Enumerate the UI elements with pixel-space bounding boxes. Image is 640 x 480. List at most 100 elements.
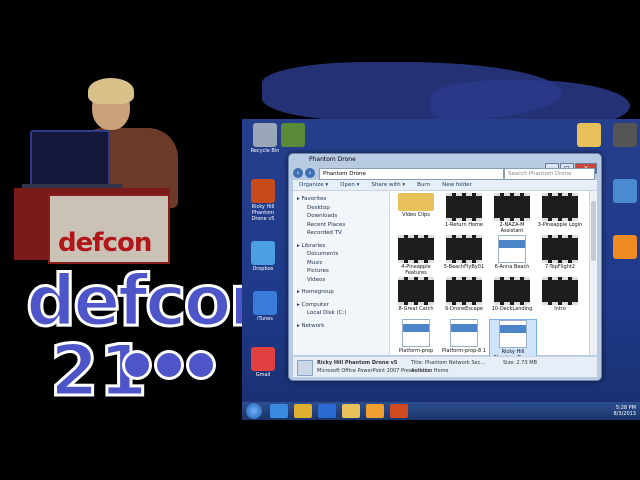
file-item[interactable]: 1-Return Home: [441, 193, 487, 229]
speaker-hair: [88, 78, 134, 104]
nav-item[interactable]: ▸ Homegroup: [293, 288, 389, 297]
start-button[interactable]: [246, 403, 262, 419]
laptop: [30, 130, 110, 188]
file-name: Platform-prop-8 1: [442, 348, 486, 354]
file-name: 4-Pineapple Features: [401, 264, 431, 276]
file-name: 8-Great Catch: [398, 306, 434, 312]
back-button[interactable]: ‹: [293, 168, 303, 178]
video-thumbnail: [494, 193, 530, 221]
toolbar-organize[interactable]: Organize ▾: [299, 182, 328, 188]
logo-dots: [122, 350, 218, 384]
ie2-taskbar-icon[interactable]: [318, 404, 336, 418]
vlc-icon[interactable]: [608, 235, 640, 260]
app-icon-4-image: [253, 291, 277, 315]
scrollbar[interactable]: [589, 191, 597, 355]
content-area: ▸ Favorites Desktop Downloads Recent Places…: [293, 191, 597, 368]
file-name: 5-BeachFlyBy01: [443, 264, 485, 270]
nav-item[interactable]: Recorded TV: [293, 229, 389, 238]
file-item[interactable]: Platform-prop: [393, 319, 439, 355]
toolbar-open[interactable]: Open ▾: [340, 182, 359, 188]
nav-item[interactable]: Documents: [293, 250, 389, 259]
video-thumbnail: [398, 277, 434, 305]
powerpoint-taskbar-icon[interactable]: [390, 404, 408, 418]
details-name: Ricky Hill Phantom Drone v5: [317, 360, 398, 366]
command-bar: Organize ▾ Open ▾ Share with ▾ Burn New fold…: [293, 180, 597, 191]
file-name: 7-TopFlight2: [544, 264, 576, 270]
logo-dot: [122, 350, 152, 380]
scrollbar-thumb[interactable]: [591, 201, 596, 261]
file-item[interactable]: 4-Pineapple Features: [393, 235, 439, 276]
file-item[interactable]: Video Clips: [393, 193, 439, 219]
file-item[interactable]: 7-TopFlight2: [537, 235, 583, 271]
desktop-icon-label: Gmail: [255, 372, 271, 378]
file-name: 1-Return Home: [445, 222, 483, 228]
navigation-pane: ▸ Favorites Desktop Downloads Recent Places…: [293, 191, 390, 355]
toolbar-new-folder[interactable]: New folder: [442, 182, 472, 188]
app-icon-4[interactable]: iTunes: [248, 291, 282, 322]
app-icon-5-image: [251, 347, 275, 371]
file-item[interactable]: Intro: [537, 277, 583, 313]
file-name: Video Clips: [402, 212, 430, 218]
address-bar-row: ‹ › Phantom Drone Search Phantom Drone: [293, 166, 597, 180]
nav-item[interactable]: ▸ Favorites: [293, 195, 389, 204]
app-icon-1-image: [281, 123, 305, 147]
file-name: 9-DroneEscape: [445, 306, 483, 312]
window-title: Phantom Drone: [309, 156, 356, 163]
video-thumbnail: [542, 193, 578, 221]
app-icon-2-image: [251, 179, 275, 203]
media-taskbar-icon[interactable]: [366, 404, 384, 418]
video-thumbnail: [398, 235, 434, 263]
app-icon-1[interactable]: [276, 123, 310, 148]
ie-taskbar-icon[interactable]: [270, 404, 288, 418]
chrome-taskbar-icon[interactable]: [294, 404, 312, 418]
file-item[interactable]: 8-Great Catch: [393, 277, 439, 313]
title-bar[interactable]: Phantom Drone –□✕: [289, 154, 601, 174]
nav-item[interactable]: Pictures: [293, 267, 389, 276]
computer-icon[interactable]: [608, 123, 640, 148]
clock-date: 8/3/2013: [613, 411, 636, 417]
file-item[interactable]: 6-Anna Beach: [489, 235, 535, 271]
app-icon-3[interactable]: Dropbox: [246, 241, 280, 272]
file-name: Intro: [554, 306, 566, 312]
explorer-taskbar-icon[interactable]: [342, 404, 360, 418]
conference-stage: defcon defcon 21 Recycle Bin Ricky Hill P…: [0, 0, 640, 480]
toolbar-share-with[interactable]: Share with ▾: [371, 182, 405, 188]
forward-button[interactable]: ›: [305, 168, 315, 178]
file-item[interactable]: 10-DeckLanding: [489, 277, 535, 313]
desktop-icon-label: Dropbox: [252, 266, 274, 272]
computer-icon-image: [613, 123, 637, 147]
nav-item[interactable]: Videos: [293, 276, 389, 285]
toolbar-burn[interactable]: Burn: [417, 182, 430, 188]
desktop-icon-label: iTunes: [257, 316, 273, 322]
folder-icon[interactable]: [572, 123, 606, 148]
windows-desktop: Recycle Bin Ricky Hill Phantom Drone v5 Dr…: [242, 119, 640, 420]
file-item[interactable]: 5-BeachFlyBy01: [441, 235, 487, 271]
search-input[interactable]: Search Phantom Drone: [504, 168, 595, 180]
nav-item[interactable]: ▸ Libraries: [293, 242, 389, 251]
nav-item[interactable]: ▸ Network: [293, 322, 389, 331]
nav-item[interactable]: ▸ Computer: [293, 301, 389, 310]
network-icon[interactable]: [608, 179, 640, 204]
video-thumbnail: [494, 277, 530, 305]
details-title: Title: Phantom Network Sec...: [411, 360, 486, 366]
video-thumbnail: [542, 235, 578, 263]
nav-item[interactable]: Recent Places: [293, 221, 389, 230]
desktop-icon-label: Recycle Bin: [250, 148, 280, 154]
file-item[interactable]: Platform-prop-8 1: [441, 319, 487, 355]
nav-item[interactable]: Music: [293, 259, 389, 268]
explorer-window[interactable]: Phantom Drone –□✕ ‹ › Phantom Drone Sear…: [288, 153, 602, 381]
address-bar[interactable]: Phantom Drone: [319, 168, 504, 180]
network-icon-image: [613, 179, 637, 203]
file-item[interactable]: 9-DroneEscape: [441, 277, 487, 313]
video-thumbnail: [542, 277, 578, 305]
file-item[interactable]: 3-Pineapple Login: [537, 193, 583, 229]
nav-item[interactable]: Desktop: [293, 204, 389, 213]
file-item[interactable]: 2-NAZA-M Assistant: [489, 193, 535, 234]
taskbar-clock[interactable]: 5:28 PM 8/3/2013: [614, 405, 636, 417]
nav-item[interactable]: Downloads: [293, 212, 389, 221]
doc-thumbnail: [499, 320, 527, 348]
app-icon-5[interactable]: Gmail: [246, 347, 280, 378]
nav-item[interactable]: Local Disk (C:): [293, 309, 389, 318]
app-icon-2[interactable]: Ricky Hill Phantom Drone v5: [246, 179, 280, 222]
taskbar: 5:28 PM 8/3/2013: [242, 402, 640, 420]
